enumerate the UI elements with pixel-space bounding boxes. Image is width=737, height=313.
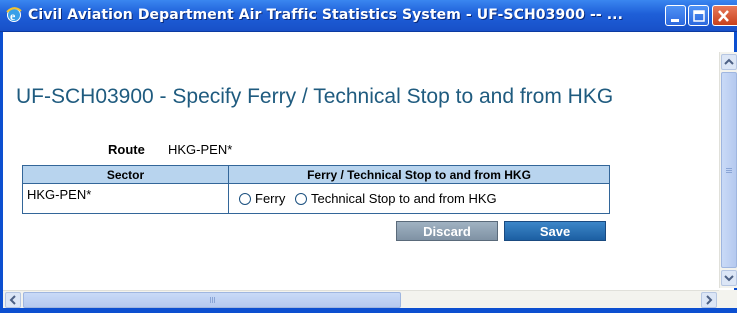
ferry-radio[interactable] (239, 193, 251, 205)
save-button[interactable]: Save (504, 221, 606, 241)
horizontal-scroll-thumb[interactable] (23, 292, 401, 308)
window-border-bottom (0, 308, 737, 313)
ie-icon[interactable]: e (5, 6, 23, 24)
page-title: UF-SCH03900 - Specify Ferry / Technical … (16, 85, 614, 108)
close-icon (718, 10, 729, 22)
window-title: Civil Aviation Department Air Traffic St… (28, 7, 623, 23)
horizontal-scrollbar[interactable] (3, 290, 719, 308)
header-ferry-technical: Ferry / Technical Stop to and from HKG (228, 165, 610, 184)
scroll-right-button[interactable] (701, 292, 717, 308)
minimize-button[interactable] (665, 5, 686, 26)
close-button[interactable] (712, 5, 737, 26)
chevron-left-icon (9, 295, 16, 305)
maximize-icon (693, 10, 705, 22)
vertical-scrollbar[interactable] (719, 52, 737, 288)
minimize-icon (671, 19, 679, 22)
scroll-grip-icon (726, 170, 732, 171)
route-value: HKG-PEN* (168, 142, 233, 157)
vertical-scroll-thumb[interactable] (721, 72, 737, 268)
sector-table: Sector Ferry / Technical Stop to and fro… (22, 165, 610, 214)
svg-text:e: e (10, 9, 16, 23)
title-bar[interactable]: e Civil Aviation Department Air Traffic … (0, 0, 737, 32)
chevron-up-icon (724, 58, 734, 65)
table-row: HKG-PEN* Ferry Technical Stop to and fro… (22, 183, 610, 214)
header-sector: Sector (22, 165, 229, 184)
ferry-radio-label[interactable]: Ferry (255, 191, 285, 206)
technical-stop-radio-label[interactable]: Technical Stop to and from HKG (311, 191, 497, 206)
chevron-down-icon (724, 275, 734, 282)
route-label: Route (108, 142, 145, 157)
stop-type-cell: Ferry Technical Stop to and from HKG (228, 183, 610, 214)
scroll-left-button[interactable] (5, 292, 21, 308)
maximize-button[interactable] (688, 5, 709, 26)
technical-stop-radio[interactable] (294, 193, 307, 205)
chevron-right-icon (706, 295, 713, 305)
scroll-grip-icon (212, 297, 213, 303)
sector-cell: HKG-PEN* (22, 183, 229, 214)
scroll-down-button[interactable] (721, 270, 737, 286)
discard-button[interactable]: Discard (396, 221, 498, 241)
table-header-row: Sector Ferry / Technical Stop to and fro… (22, 165, 610, 184)
scroll-up-button[interactable] (721, 54, 737, 70)
scrollbar-corner (719, 290, 737, 308)
